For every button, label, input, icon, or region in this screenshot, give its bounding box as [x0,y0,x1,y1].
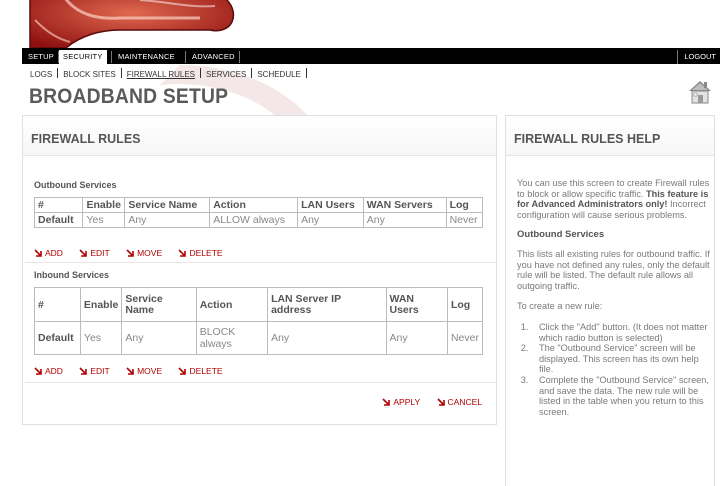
rule-log: Never [445,212,484,228]
column-header: LAN Users [297,197,364,213]
panel-title: FIREWALL RULES [23,116,496,156]
help-outbound-text: This lists all existing rules for outbou… [517,248,710,291]
column-header: # [33,197,84,213]
subnav-logs[interactable]: LOGS [30,69,52,81]
rule-enable: Yes [82,212,126,228]
table-row[interactable]: Default Yes Any BLOCK always Any Any Nev… [34,321,484,355]
rule-lan-users: Any [297,212,364,228]
outbound-add-button[interactable]: ADD [34,248,63,258]
inbound-add-button[interactable]: ADD [34,366,63,376]
cancel-button[interactable]: CANCEL [436,397,482,407]
subnav-block-sites[interactable]: BLOCK SITES [63,69,115,81]
tab-advanced[interactable]: ADVANCED [188,50,239,64]
section-divider [25,382,496,383]
help-create-text: To create a new rule: [517,301,603,312]
apply-button[interactable]: APPLY [382,397,420,407]
subnav-divider [305,68,307,78]
section-divider [25,262,496,263]
inbound-edit-button[interactable]: EDIT [79,366,110,376]
home-icon[interactable] [686,78,714,106]
rule-action: BLOCK always [195,321,269,355]
rule-number[interactable]: Default [34,321,81,355]
column-header: # [34,287,81,322]
column-header: Enable [79,287,123,322]
column-header: Log [446,287,484,322]
column-header: Action [209,197,299,213]
red-arrow-icon [126,367,134,375]
help-step: Complete the "Outbound Service" screen, … [531,375,711,417]
table-header-row: # Enable Service Name Action LAN Server … [34,287,484,322]
rule-log: Never [446,321,484,355]
inbound-actions: ADD EDIT MOVE DELETE [34,366,237,378]
subnav-divider [57,68,59,78]
outbound-delete-button[interactable]: DELETE [178,248,223,258]
column-header: WAN Servers [362,197,447,213]
red-arrow-icon [34,249,42,257]
tab-divider [111,51,112,63]
red-arrow-icon [178,367,187,375]
help-panel: FIREWALL RULES HELP You can use this scr… [505,115,715,486]
subnav-firewall-rules[interactable]: FIREWALL RULES [127,69,195,81]
column-header: Log [445,197,484,213]
red-arrow-icon [126,249,134,257]
tab-security[interactable]: SECURITY [59,50,107,64]
help-intro: You can use this screen to create Firewa… [517,178,711,220]
outbound-move-button[interactable]: MOVE [126,248,162,258]
inbound-move-button[interactable]: MOVE [126,366,162,376]
tab-divider [239,51,240,63]
rule-number[interactable]: Default [33,212,84,228]
sub-nav: LOGS BLOCK SITES FIREWALL RULES SERVICES SCH… [30,68,312,82]
column-header: Service Name [124,197,211,213]
inbound-delete-button[interactable]: DELETE [178,366,223,376]
red-arrow-icon [178,249,187,257]
red-arrow-icon [34,367,42,375]
red-arrow-icon [382,398,391,406]
firewall-rules-panel: FIREWALL RULES Outbound Services # Enabl… [22,115,497,425]
page-title: BROADBAND SETUP [29,85,229,108]
table-header-row: # Enable Service Name Action LAN Users W… [33,197,484,213]
inbound-services-label: Inbound Services [34,270,110,280]
red-arrow-icon [79,367,88,375]
subnav-divider [251,68,253,78]
help-steps: Click the "Add" button. (It does not mat… [531,322,711,417]
top-nav: SETUP SECURITY MAINTENANCE ADVANCED LOGO… [22,48,720,64]
rule-enable: Yes [79,321,123,355]
column-header: LAN Server IP address [267,287,387,322]
help-body: You can use this screen to create Firewa… [517,178,711,417]
help-step: The "Outbound Service" screen will be di… [531,343,711,375]
logo-graphic [29,0,235,48]
subnav-services[interactable]: SERVICES [206,69,246,81]
rule-service-name: Any [124,212,211,228]
tab-setup[interactable]: SETUP [24,50,58,64]
rule-wan-users: Any [385,321,448,355]
subnav-schedule[interactable]: SCHEDULE [257,69,301,81]
help-outbound-heading: Outbound Services [517,229,605,241]
subnav-divider [200,68,202,78]
outbound-actions: ADD EDIT MOVE DELETE [34,248,237,260]
subnav-divider [120,68,122,78]
red-arrow-icon [79,249,88,257]
rule-wan-servers: Any [362,212,447,228]
help-step: Click the "Add" button. (It does not mat… [531,322,711,343]
tab-maintenance[interactable]: MAINTENANCE [114,50,179,64]
red-arrow-icon [436,398,445,406]
outbound-rules-table: # Enable Service Name Action LAN Users W… [33,197,484,228]
logout-link[interactable]: LOGOUT [677,50,716,64]
rule-service-name: Any [121,321,197,355]
column-header: Action [195,287,269,322]
logo [0,0,240,48]
form-buttons: APPLY CANCEL [368,397,482,407]
column-header: Service Name [121,287,197,322]
outbound-services-label: Outbound Services [34,180,117,190]
rule-lan-server-ip: Any [267,321,387,355]
inbound-rules-table: # Enable Service Name Action LAN Server … [34,287,484,355]
outbound-edit-button[interactable]: EDIT [79,248,110,258]
rule-action: ALLOW always [209,212,299,228]
help-title: FIREWALL RULES HELP [506,116,714,156]
column-header: Enable [82,197,126,213]
tab-divider [185,51,186,63]
table-row[interactable]: Default Yes Any ALLOW always Any Any Nev… [33,212,484,228]
column-header: WAN Users [385,287,448,322]
